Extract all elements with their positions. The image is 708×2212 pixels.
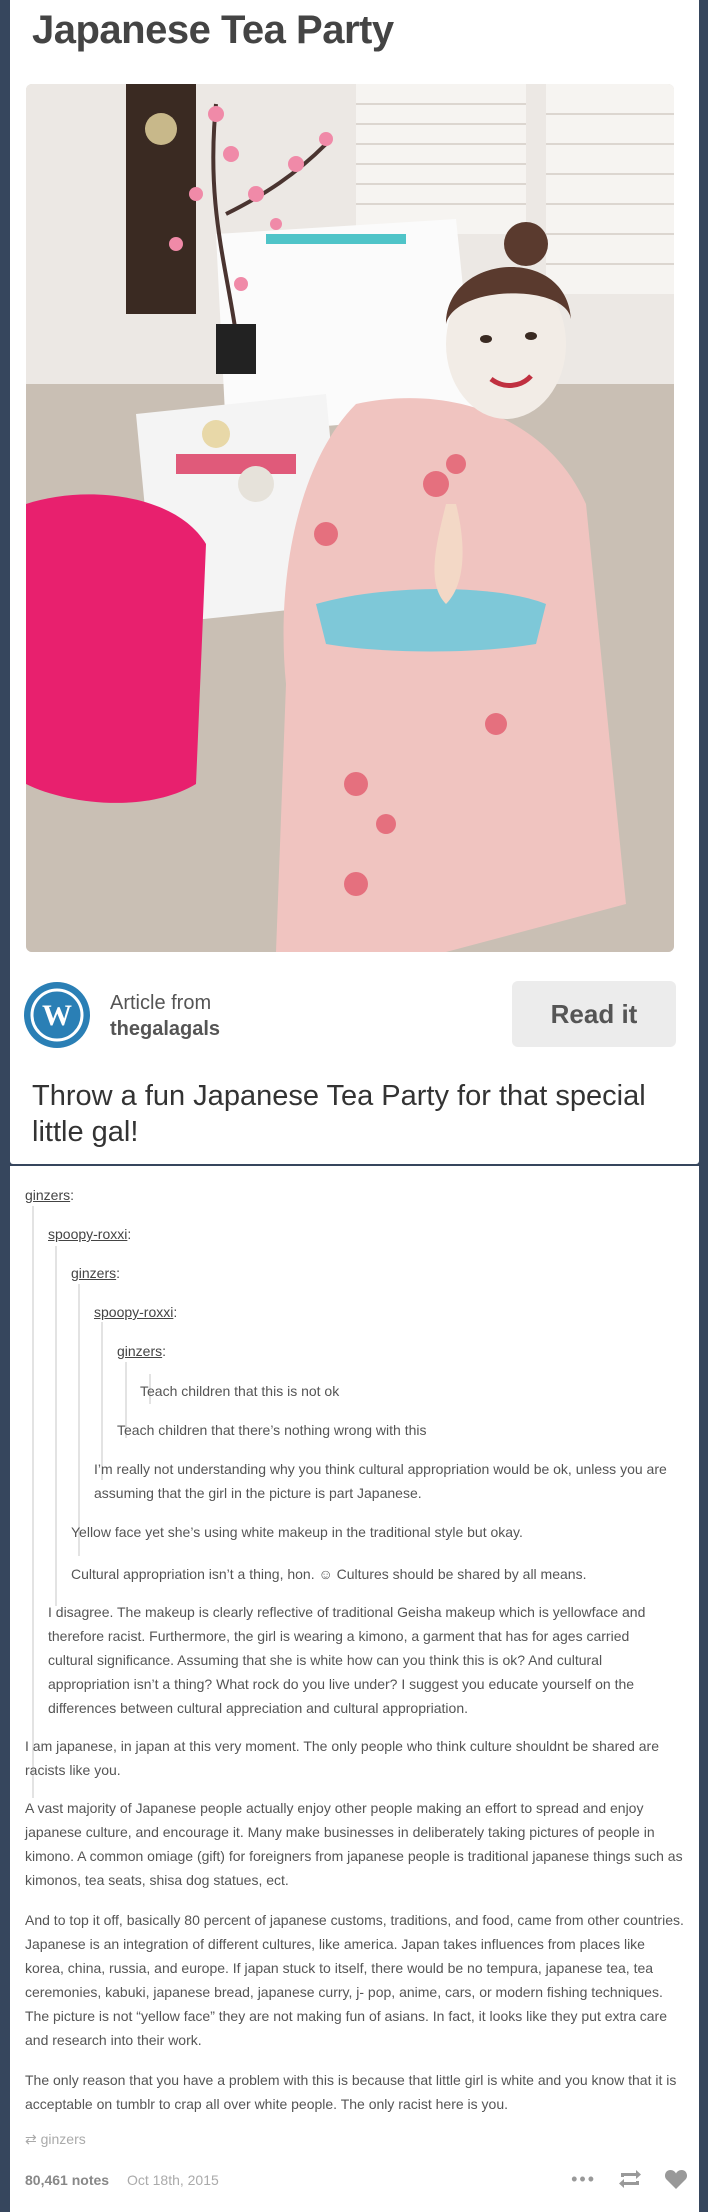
article-tagline: Throw a fun Japanese Tea Party for that … <box>32 1080 646 1148</box>
thread-indent-bar <box>55 1246 57 1606</box>
thread-username[interactable]: spoopy-roxxi: <box>94 1304 177 1320</box>
footer-actions: ••• <box>571 2168 688 2190</box>
read-it-button[interactable]: Read it <box>512 981 676 1047</box>
reply-paragraph: I am japanese, in japan at this very mom… <box>25 1738 660 1778</box>
pin-card: Japanese Tea Party W Article from thegal… <box>10 0 699 1164</box>
article-source-link[interactable]: thegalagals <box>110 1018 220 1041</box>
thread-username[interactable]: ginzers: <box>117 1343 166 1359</box>
thread-post-text: Teach children that this is not ok <box>140 1383 340 1399</box>
reply-paragraph: A vast majority of Japanese people actua… <box>25 1800 683 1888</box>
post-footer: 80,461 notes Oct 18th, 2015 <box>25 2172 219 2188</box>
thread-indent-bar <box>78 1284 80 1556</box>
thread-post-text: I disagree. The makeup is clearly reflec… <box>48 1604 646 1716</box>
thread-post-text: Cultural appropriation isn’t a thing, ho… <box>71 1566 587 1582</box>
post-date: Oct 18th, 2015 <box>126 2172 219 2188</box>
tea-party-photo[interactable] <box>26 84 674 952</box>
reblogged-from[interactable]: ⇄ ginzers <box>25 2131 86 2148</box>
article-from-label: Article from <box>110 992 212 1014</box>
card-title: Japanese Tea Party <box>32 8 394 52</box>
thread-post-text: Teach children that there’s nothing wron… <box>117 1422 427 1438</box>
svg-text:W: W <box>42 999 72 1032</box>
notes-count[interactable]: 80,461 notes <box>25 2172 109 2188</box>
thread-username[interactable]: spoopy-roxxi: <box>48 1226 131 1242</box>
thread-post-text: I’m really not understanding why you thi… <box>94 1461 667 1501</box>
more-icon[interactable]: ••• <box>571 2169 596 2190</box>
heart-icon[interactable] <box>664 2168 688 2190</box>
thread-indent-bar <box>32 1206 34 1798</box>
thread-username[interactable]: ginzers: <box>25 1187 74 1203</box>
wordpress-logo-icon[interactable]: W <box>24 982 90 1048</box>
reblogged-from-user[interactable]: ginzers <box>41 2131 86 2147</box>
reblog-icon[interactable] <box>618 2168 642 2190</box>
reblog-small-icon: ⇄ <box>25 2131 37 2147</box>
thread-post-text: Yellow face yet she’s using white makeup… <box>71 1524 523 1540</box>
thread-username[interactable]: ginzers: <box>71 1265 120 1281</box>
reply-paragraph: The only reason that you have a problem … <box>25 2072 677 2112</box>
reply-paragraph: And to top it off, basically 80 percent … <box>25 1912 684 2048</box>
